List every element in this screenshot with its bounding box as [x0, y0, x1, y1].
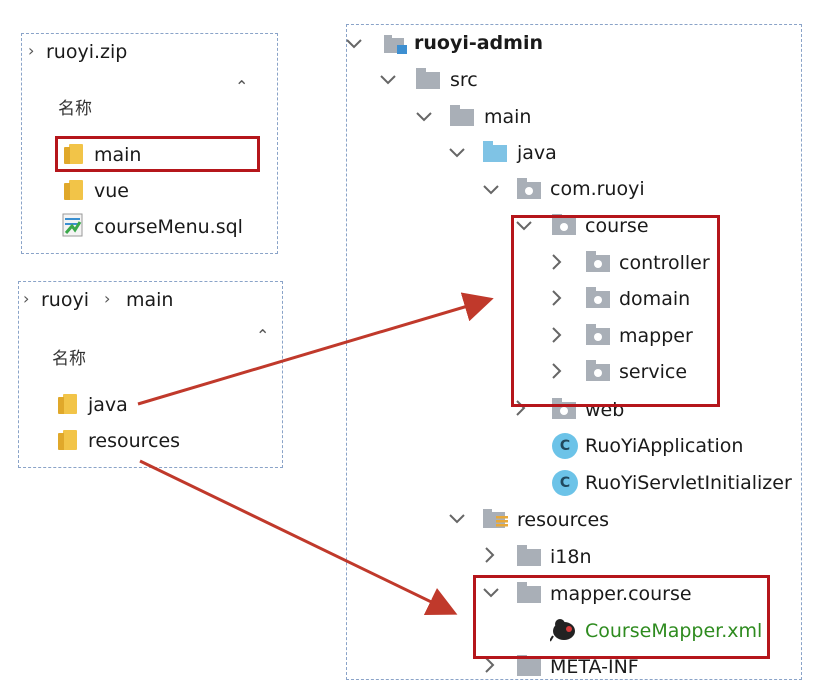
annotation-arrows [137, 292, 494, 616]
arrow-resources-to-mapper-course [139, 459, 458, 616]
arrow-java-to-course [137, 292, 494, 406]
